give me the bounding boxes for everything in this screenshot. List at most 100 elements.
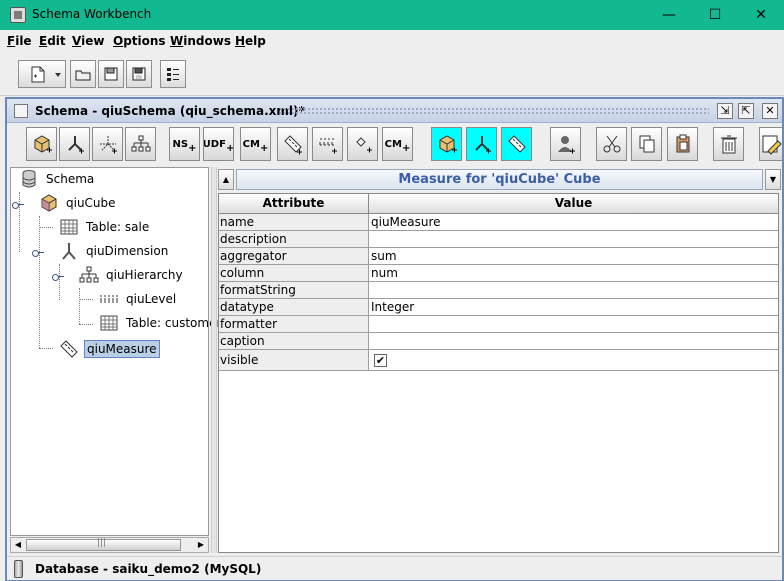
column-header-value[interactable]: Value — [369, 194, 778, 214]
menu-edit[interactable]: Edit — [39, 34, 66, 48]
add-named-set-button[interactable]: NS + — [169, 127, 200, 161]
tree-toggle-cube[interactable] — [11, 200, 24, 209]
value-cell[interactable] — [369, 282, 778, 298]
add-udf-button[interactable]: UDF + — [203, 127, 234, 161]
attribute-cell: caption — [219, 333, 369, 349]
menu-options[interactable]: Options — [113, 34, 166, 48]
table-icon — [60, 219, 78, 235]
value-cell[interactable] — [369, 316, 778, 332]
add-cube-button[interactable] — [26, 127, 57, 161]
table-row[interactable]: column num — [219, 265, 778, 282]
menu-windows[interactable]: Windows — [170, 34, 231, 48]
save-button[interactable] — [98, 60, 124, 88]
value-cell[interactable]: Integer — [369, 299, 778, 315]
table-row[interactable]: description — [219, 231, 778, 248]
maximize-button[interactable]: ☐ — [692, 0, 738, 30]
add-hierarchy-button[interactable] — [125, 127, 156, 161]
menu-file-label: ile — [15, 34, 32, 48]
status-text: Database - saiku_demo2 (MySQL) — [35, 562, 262, 576]
table-row[interactable]: aggregator sum — [219, 248, 778, 265]
add-virtual-cube-button[interactable] — [431, 127, 462, 161]
add-dimension-button[interactable] — [59, 127, 90, 161]
tree-horizontal-scrollbar[interactable]: ◀ ▶ — [10, 537, 209, 553]
table-row[interactable]: datatype Integer — [219, 299, 778, 316]
window-titlebar[interactable]: Schema Workbench — ☐ ✕ — [0, 0, 784, 30]
database-icon — [22, 170, 36, 188]
tree-node-hierarchy[interactable]: qiuHierarchy — [79, 264, 185, 286]
add-role-button[interactable] — [550, 127, 581, 161]
tree-node-dimension[interactable]: qiuDimension — [59, 240, 170, 262]
add-measure-button[interactable] — [277, 127, 308, 161]
app-icon — [10, 7, 26, 23]
cut-button[interactable] — [596, 127, 627, 161]
properties-title: Measure for 'qiuCube' Cube — [236, 169, 763, 190]
minimize-button[interactable]: — — [646, 0, 692, 30]
save-as-button[interactable] — [126, 60, 152, 88]
delete-button[interactable] — [713, 127, 744, 161]
tree-node-measure[interactable]: qiuMeasure — [59, 338, 160, 360]
scroll-right-arrow-icon[interactable]: ▶ — [194, 538, 208, 552]
database-status-icon — [14, 560, 23, 578]
tree-node-table-customer[interactable]: Table: customer — [99, 312, 223, 334]
status-bar: Database - saiku_demo2 (MySQL) — [7, 556, 782, 580]
menu-file[interactable]: File — [7, 34, 32, 48]
scroll-thumb[interactable] — [26, 538, 181, 551]
value-cell[interactable]: sum — [369, 248, 778, 264]
attribute-cell: description — [219, 231, 369, 247]
panel-up-arrow-icon[interactable]: ▲ — [218, 169, 234, 190]
tree-node-cube[interactable]: qiuCube — [39, 192, 118, 214]
column-header-attribute[interactable]: Attribute — [219, 194, 369, 214]
schema-toolbar: NS + UDF + CM + CM + — [7, 124, 782, 166]
value-cell[interactable] — [369, 231, 778, 247]
copy-button[interactable] — [631, 127, 662, 161]
frame-iconify-button[interactable]: ⇲ — [717, 103, 733, 119]
scroll-left-arrow-icon[interactable]: ◀ — [11, 538, 25, 552]
frame-titlebar[interactable]: Schema - qiuSchema (qiu_schema.xml)* ⇲ ⇱… — [7, 99, 782, 123]
paste-button[interactable] — [667, 127, 698, 161]
value-cell[interactable]: num — [369, 265, 778, 281]
new-schema-button[interactable] — [18, 60, 66, 88]
tree-node-label: qiuDimension — [86, 244, 169, 258]
close-button[interactable]: ✕ — [738, 0, 784, 30]
menu-edit-mnemonic: E — [39, 34, 48, 48]
table-row[interactable]: name qiuMeasure — [219, 214, 778, 231]
table-row[interactable]: visible ✔ — [219, 350, 778, 371]
add-virtual-measure-button[interactable] — [501, 127, 532, 161]
table-row[interactable]: caption — [219, 333, 778, 350]
role-add-icon — [557, 136, 575, 154]
table-row[interactable]: formatString — [219, 282, 778, 299]
panel-down-arrow-icon[interactable]: ▼ — [765, 169, 781, 190]
tree-toggle-hierarchy[interactable] — [51, 272, 64, 281]
table-row[interactable]: formatter — [219, 316, 778, 333]
hierarchy-add-icon — [131, 135, 150, 152]
add-dimension-usage-button[interactable] — [92, 127, 123, 161]
tree-node-level[interactable]: qiuLevel — [99, 288, 178, 310]
add-level-button[interactable] — [312, 127, 343, 161]
add-property-button[interactable] — [347, 127, 378, 161]
open-button[interactable] — [70, 60, 96, 88]
edit-icon — [762, 135, 782, 155]
edit-mode-button[interactable] — [759, 127, 782, 161]
properties-header: ▲ Measure for 'qiuCube' Cube ▼ — [218, 167, 781, 192]
tree-node-schema[interactable]: Schema — [19, 168, 96, 190]
menu-view[interactable]: View — [72, 34, 104, 48]
menu-help-mnemonic: H — [235, 34, 246, 48]
tree-toggle-dimension[interactable] — [31, 248, 44, 257]
open-icon — [75, 70, 91, 81]
add-virtual-dimension-button[interactable] — [466, 127, 497, 161]
frame-close-button[interactable]: ✕ — [762, 103, 778, 119]
visible-checkbox[interactable]: ✔ — [374, 354, 387, 367]
value-cell[interactable] — [369, 333, 778, 349]
schema-tree[interactable]: Schema qiuCube Table: sale qiuDimension … — [10, 167, 221, 536]
split-pane-divider[interactable] — [211, 167, 217, 553]
menu-help[interactable]: Help — [235, 34, 266, 48]
virtual-measure-add-icon — [507, 135, 526, 153]
preferences-button[interactable] — [160, 60, 186, 88]
frame-maximize-button[interactable]: ⇱ — [738, 103, 754, 119]
add-cube-measure-button[interactable]: CM + — [382, 127, 413, 161]
value-cell[interactable]: qiuMeasure — [369, 214, 778, 230]
measure-icon — [60, 340, 78, 358]
tree-node-table-sale[interactable]: Table: sale — [59, 216, 151, 238]
add-calculated-member-button[interactable]: CM + — [240, 127, 271, 161]
attribute-cell: visible — [219, 350, 369, 370]
